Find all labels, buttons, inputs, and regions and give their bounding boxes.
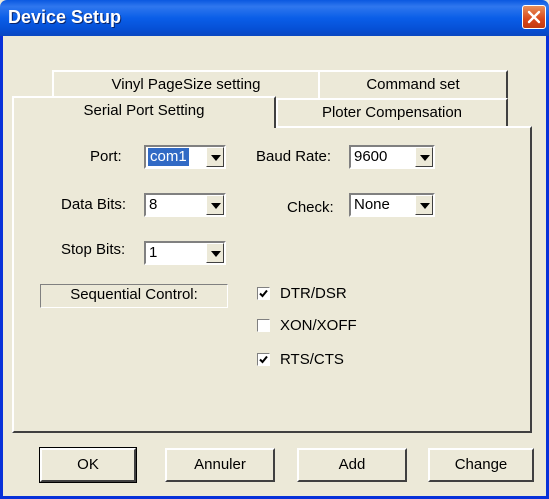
change-button[interactable]: Change [428,448,534,482]
tab-label: Serial Port Setting [83,102,205,119]
chevron-down-icon[interactable] [206,147,224,167]
rts-cts-label[interactable]: RTS/CTS [280,351,344,368]
port-select[interactable]: com1 [144,145,226,169]
check-select[interactable]: None [349,193,435,217]
add-button-label: Add [338,456,366,473]
data-bits-value: 8 [149,196,158,213]
cancel-button[interactable]: Annuler [165,448,275,482]
tab-ploter-compensation[interactable]: Ploter Compensation [276,98,508,126]
add-button[interactable]: Add [297,448,407,482]
check-label: Check: [287,199,334,216]
window-title: Device Setup [8,7,122,27]
baud-rate-label: Baud Rate: [256,148,332,165]
stop-bits-select[interactable]: 1 [144,241,226,265]
cancel-button-label: Annuler [194,456,246,473]
tab-label: Command set [366,76,460,93]
port-value: com1 [148,148,189,166]
check-mark-icon [259,289,268,298]
sequential-control-text: Sequential Control: [70,286,198,303]
data-bits-select[interactable]: 8 [144,193,226,217]
tab-serial-port-setting[interactable]: Serial Port Setting [12,96,276,128]
tab-label: Vinyl PageSize setting [111,76,261,93]
tab-panel-serial-port [12,126,532,433]
close-button[interactable] [522,5,546,29]
title-bar[interactable]: Device Setup [0,0,549,36]
check-mark-icon [259,355,268,364]
tab-vinyl-pagesize-setting[interactable]: Vinyl PageSize setting [52,70,320,98]
xon-xoff-checkbox[interactable] [257,319,270,332]
tab-command-set[interactable]: Command set [318,70,508,98]
change-button-label: Change [454,456,508,473]
tab-label: Ploter Compensation [321,104,463,121]
stop-bits-value: 1 [149,244,158,261]
ok-button[interactable]: OK [39,447,137,483]
sequential-control-label: Sequential Control: [40,284,228,308]
baud-rate-select[interactable]: 9600 [349,145,435,169]
xon-xoff-label[interactable]: XON/XOFF [280,317,357,334]
port-label: Port: [90,148,122,165]
baud-rate-value: 9600 [354,148,388,165]
stop-bits-label: Stop Bits: [61,241,126,258]
rts-cts-checkbox[interactable] [257,353,270,366]
close-icon [527,10,541,24]
chevron-down-icon[interactable] [415,147,433,167]
dtr-dsr-label[interactable]: DTR/DSR [280,285,347,302]
chevron-down-icon[interactable] [206,243,224,263]
chevron-down-icon[interactable] [206,195,224,215]
dtr-dsr-checkbox[interactable] [257,287,270,300]
chevron-down-icon[interactable] [415,195,433,215]
ok-button-label: OK [77,456,99,473]
check-value: None [354,196,390,213]
data-bits-label: Data Bits: [61,196,127,213]
